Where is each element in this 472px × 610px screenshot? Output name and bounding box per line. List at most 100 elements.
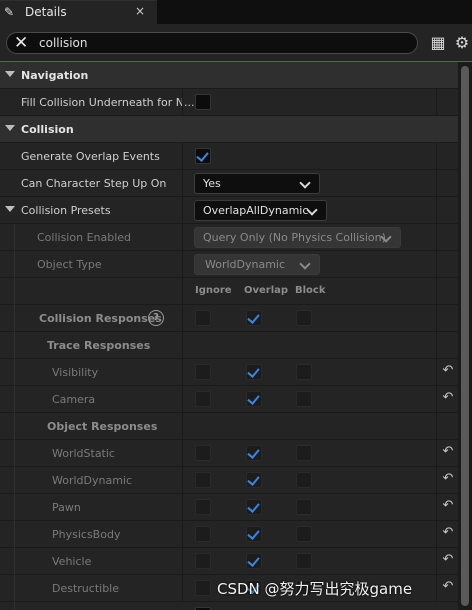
block-checkbox[interactable] (296, 391, 312, 407)
overlap-checkbox[interactable] (246, 364, 262, 380)
block-checkbox[interactable] (296, 526, 312, 542)
ignore-checkbox[interactable] (195, 472, 211, 488)
overlap-checkbox[interactable] (246, 310, 262, 326)
column-overlap: Overlap (244, 285, 289, 296)
trace-responses-header: Trace Responses (0, 332, 458, 359)
ignore-checkbox[interactable] (195, 499, 211, 515)
category-collision[interactable]: Collision (0, 116, 458, 143)
response-row: Pawn ↶ (0, 494, 458, 521)
checkmark-icon (247, 365, 260, 378)
property-object-type: Object Type WorldDynamic (0, 251, 458, 278)
response-label: Visibility (52, 366, 99, 379)
response-row: Vehicle ↶ (0, 548, 458, 575)
checkmark-icon (247, 392, 260, 405)
tab-bar: ✎ Details × (0, 0, 472, 24)
response-label: Pawn (52, 501, 81, 514)
block-checkbox[interactable] (296, 499, 312, 515)
checkmark-icon (247, 527, 260, 540)
block-checkbox[interactable] (296, 364, 312, 380)
response-label: Camera (52, 393, 96, 406)
close-icon[interactable]: × (135, 4, 145, 18)
overlap-checkbox[interactable] (246, 499, 262, 515)
chevron-down-icon (5, 71, 15, 77)
checkmark-icon (196, 149, 209, 162)
reset-to-default-icon[interactable]: ↶ (441, 499, 455, 513)
response-row: WorldStatic ↶ (0, 440, 458, 467)
category-navigation[interactable]: Navigation (0, 62, 458, 89)
can-step-up-dropdown[interactable]: Yes (194, 173, 320, 194)
scrollbar-thumb[interactable] (461, 66, 469, 606)
property-collision-presets: Collision Presets OverlapAllDynamic (0, 197, 458, 224)
reset-to-default-icon[interactable]: ↶ (441, 526, 455, 540)
reset-to-default-icon[interactable]: ↶ (441, 553, 455, 567)
search-box[interactable]: ✕ (6, 32, 418, 54)
generate-overlap-checkbox[interactable] (195, 148, 211, 164)
reset-to-default-icon[interactable]: ↶ (441, 472, 455, 486)
overlap-checkbox[interactable] (246, 472, 262, 488)
dropdown-value: Query Only (No Physics Collision) (203, 231, 386, 244)
section-label: Object Responses (47, 420, 158, 433)
checkmark-icon (247, 311, 260, 324)
property-collision-enabled: Collision Enabled Query Only (No Physics… (0, 224, 458, 251)
property-label: Object Type (37, 258, 102, 271)
fill-collision-checkbox[interactable] (195, 94, 211, 110)
collision-enabled-dropdown[interactable]: Query Only (No Physics Collision) (194, 227, 401, 248)
chevron-down-icon[interactable] (5, 206, 15, 212)
help-icon[interactable]: ? (148, 310, 164, 326)
checkmark-icon (247, 473, 260, 486)
response-label: WorldDynamic (52, 474, 133, 487)
collision-presets-dropdown[interactable]: OverlapAllDynamic (194, 200, 327, 221)
checkmark-icon (247, 446, 260, 459)
next-row-partial (0, 602, 458, 610)
ignore-checkbox[interactable] (195, 445, 211, 461)
block-checkbox[interactable] (296, 553, 312, 569)
block-checkbox[interactable] (296, 310, 312, 326)
response-row: PhysicsBody ↶ (0, 521, 458, 548)
scrollbar[interactable] (458, 62, 472, 610)
property-label: Fill Collision Underneath for N... (21, 96, 195, 109)
response-column-headers: Ignore Overlap Block (0, 278, 458, 305)
block-checkbox[interactable] (296, 472, 312, 488)
ignore-checkbox[interactable] (195, 526, 211, 542)
ignore-checkbox[interactable] (195, 580, 211, 596)
pencil-icon: ✎ (4, 5, 15, 19)
block-checkbox[interactable] (296, 445, 312, 461)
clear-search-icon[interactable]: ✕ (14, 33, 28, 53)
dropdown-value: WorldDynamic (205, 258, 286, 271)
overlap-checkbox[interactable] (246, 391, 262, 407)
reset-to-default-icon[interactable]: ↶ (441, 580, 455, 594)
property-generate-overlap: Generate Overlap Events (0, 143, 458, 170)
response-label: Vehicle (52, 555, 92, 568)
response-label: WorldStatic (52, 447, 115, 460)
category-label: Collision (21, 123, 74, 136)
checkmark-icon (247, 554, 260, 567)
response-row: WorldDynamic ↶ (0, 467, 458, 494)
column-block: Block (295, 285, 326, 296)
reset-to-default-icon[interactable]: ↶ (441, 391, 455, 405)
dropdown-value: OverlapAllDynamic (203, 204, 309, 217)
table-view-icon[interactable]: ▦ (429, 34, 447, 52)
response-label: PhysicsBody (52, 528, 121, 541)
ignore-checkbox[interactable] (195, 391, 211, 407)
ignore-checkbox[interactable] (195, 310, 211, 326)
tab-details[interactable]: ✎ Details × (0, 0, 157, 24)
column-ignore: Ignore (195, 285, 232, 296)
property-collision-responses: Collision Responses ? (0, 305, 458, 332)
ignore-checkbox[interactable] (195, 553, 211, 569)
section-label: Trace Responses (47, 339, 151, 352)
dropdown-value: Yes (203, 177, 221, 190)
property-can-step-up: Can Character Step Up On Yes (0, 170, 458, 197)
overlap-checkbox[interactable] (246, 553, 262, 569)
gear-icon[interactable]: ⚙ (453, 34, 471, 52)
overlap-checkbox[interactable] (246, 445, 262, 461)
details-panel: Navigation Fill Collision Underneath for… (0, 62, 458, 610)
overlap-checkbox[interactable] (246, 526, 262, 542)
object-type-dropdown[interactable]: WorldDynamic (194, 254, 320, 275)
search-input[interactable] (39, 35, 399, 51)
property-fill-collision: Fill Collision Underneath for N... (0, 89, 458, 116)
reset-to-default-icon[interactable]: ↶ (441, 445, 455, 459)
reset-to-default-icon[interactable]: ↶ (441, 364, 455, 378)
search-row: ✕ ▦ ⚙ (0, 24, 472, 62)
object-responses-header: Object Responses (0, 413, 458, 440)
ignore-checkbox[interactable] (195, 364, 211, 380)
